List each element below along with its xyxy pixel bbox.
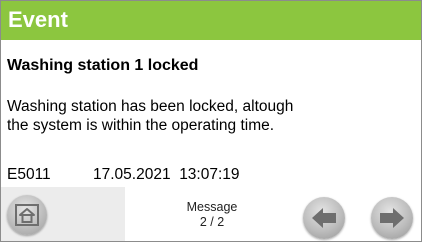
event-description: Washing station has been locked, altough… bbox=[7, 97, 337, 135]
title-bar: Event bbox=[1, 1, 421, 40]
home-icon bbox=[15, 204, 39, 226]
event-code: E5011 bbox=[7, 166, 51, 183]
event-timestamp: 17.05.2021 13:07:19 bbox=[93, 166, 240, 183]
event-heading: Washing station 1 locked bbox=[7, 57, 199, 74]
home-button[interactable] bbox=[7, 195, 47, 235]
dialog-title: Event bbox=[8, 7, 68, 32]
event-description-line-2: the system is within the operating time. bbox=[7, 117, 275, 134]
arrow-right-icon bbox=[380, 208, 404, 228]
arrow-left-icon bbox=[312, 208, 336, 228]
message-label: Message bbox=[186, 200, 238, 214]
next-message-button[interactable] bbox=[371, 197, 413, 239]
message-count: 2 / 2 bbox=[199, 215, 225, 229]
event-dialog: Event Washing station 1 locked Washing s… bbox=[0, 0, 422, 242]
previous-message-button[interactable] bbox=[303, 197, 345, 239]
event-description-line-1: Washing station has been locked, altough bbox=[7, 98, 294, 115]
